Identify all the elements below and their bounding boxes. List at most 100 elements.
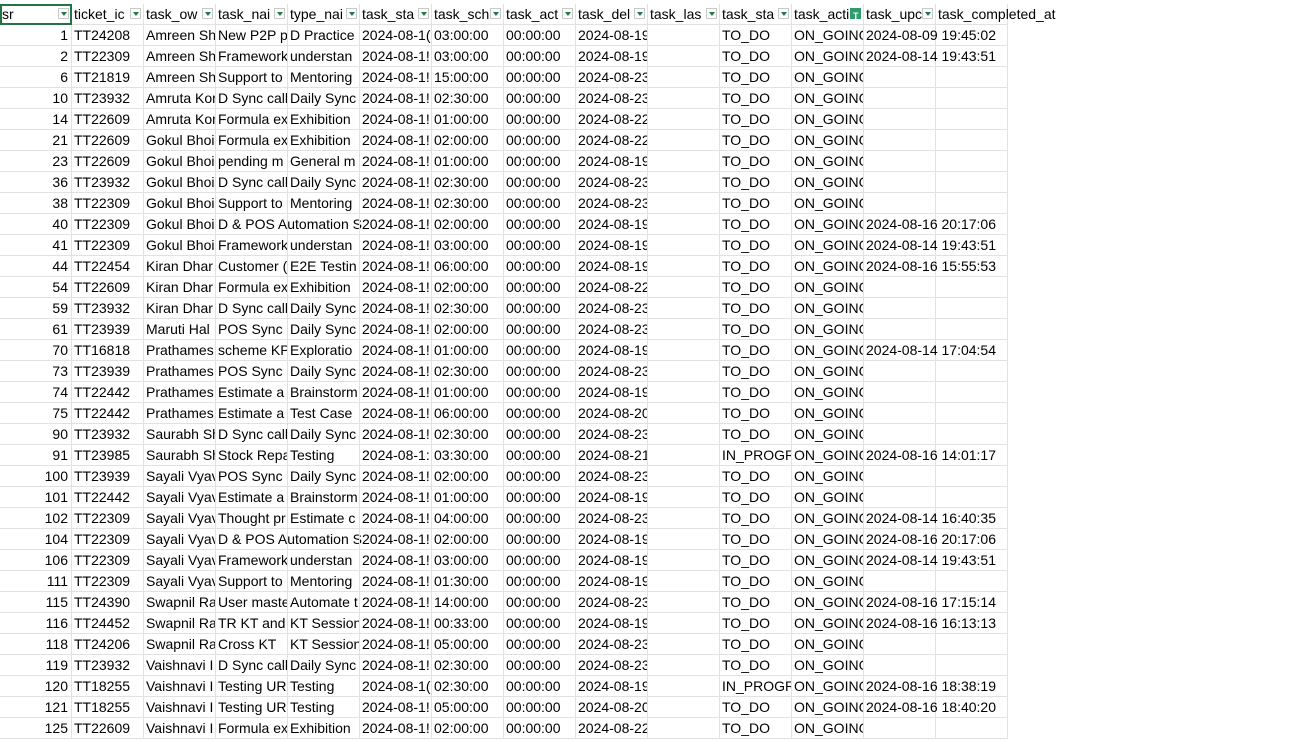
cell-task_name[interactable]: Testing UR — [216, 676, 288, 697]
cell-task_owner[interactable]: Amreen Sh — [144, 67, 216, 88]
cell-task_start[interactable]: 2024-08-1! — [360, 718, 432, 739]
cell-task_activity[interactable]: ON_GOING — [792, 634, 864, 655]
cell-sr[interactable]: 106 — [0, 550, 72, 571]
cell-task_activity[interactable]: ON_GOING — [792, 655, 864, 676]
cell-task_status[interactable]: TO_DO — [720, 214, 792, 235]
cell-task_updated[interactable]: 2024-08-16 16:13:13 — [864, 613, 996, 634]
cell-task_status[interactable]: TO_DO — [720, 25, 792, 46]
filter-dropdown-icon[interactable] — [922, 8, 933, 19]
cell-task_owner[interactable]: Sayali Vyav — [144, 466, 216, 487]
cell-task_sch[interactable]: 03:00:00 — [432, 550, 504, 571]
cell-type_name[interactable]: Automate t — [288, 592, 360, 613]
cell-task_name[interactable]: Framework — [216, 46, 288, 67]
cell-task_owner[interactable]: Amreen Sh — [144, 46, 216, 67]
cell-task_deadline[interactable]: 2024-08-19 — [576, 214, 648, 235]
cell-task_activity[interactable]: ON_GOING — [792, 445, 864, 466]
cell-task_last[interactable] — [648, 109, 720, 130]
cell-task_completed_at[interactable] — [936, 151, 1008, 172]
filter-dropdown-icon[interactable] — [706, 8, 717, 19]
cell-task_start[interactable]: 2024-08-1! — [360, 466, 432, 487]
cell-task_name[interactable]: Support to — [216, 193, 288, 214]
cell-task_completed_at[interactable] — [936, 718, 1008, 739]
cell-task_start[interactable]: 2024-08-1! — [360, 67, 432, 88]
cell-ticket_id[interactable]: TT22609 — [72, 109, 144, 130]
cell-task_completed_at[interactable] — [936, 592, 1008, 613]
cell-sr[interactable]: 10 — [0, 88, 72, 109]
cell-task_updated[interactable] — [864, 319, 936, 340]
cell-task_owner[interactable]: Gokul Bhoi — [144, 130, 216, 151]
cell-task_last[interactable] — [648, 676, 720, 697]
cell-task_activity[interactable]: ON_GOING — [792, 382, 864, 403]
cell-task_updated[interactable] — [864, 151, 936, 172]
cell-task_owner[interactable]: Prathames — [144, 403, 216, 424]
cell-type_name[interactable]: understan — [288, 235, 360, 256]
cell-task_start[interactable]: 2024-08-1! — [360, 277, 432, 298]
cell-task_act[interactable]: 00:00:00 — [504, 25, 576, 46]
cell-type_name[interactable]: understan — [288, 46, 360, 67]
column-header-task_owner[interactable]: task_ow — [144, 4, 216, 25]
cell-task_deadline[interactable]: 2024-08-23 — [576, 508, 648, 529]
cell-task_last[interactable] — [648, 655, 720, 676]
cell-task_last[interactable] — [648, 403, 720, 424]
column-header-task_name[interactable]: task_nai — [216, 4, 288, 25]
cell-task_deadline[interactable]: 2024-08-23 — [576, 361, 648, 382]
cell-task_start[interactable]: 2024-08-1! — [360, 424, 432, 445]
cell-task_updated[interactable]: 2024-08-16 14:01:17 — [864, 445, 996, 466]
cell-task_owner[interactable]: Gokul Bhoi — [144, 172, 216, 193]
cell-task_updated[interactable] — [864, 130, 936, 151]
column-header-task_updated[interactable]: task_upc — [864, 4, 936, 25]
filter-active-icon[interactable] — [850, 6, 861, 24]
cell-task_status[interactable]: TO_DO — [720, 508, 792, 529]
column-header-task_act[interactable]: task_act — [504, 4, 576, 25]
cell-task_act[interactable]: 00:00:00 — [504, 340, 576, 361]
cell-task_completed_at[interactable] — [936, 109, 1008, 130]
cell-task_updated[interactable] — [864, 424, 936, 445]
cell-task_sch[interactable]: 05:00:00 — [432, 697, 504, 718]
cell-task_sch[interactable]: 03:00:00 — [432, 235, 504, 256]
cell-task_status[interactable]: TO_DO — [720, 697, 792, 718]
cell-task_sch[interactable]: 01:30:00 — [432, 571, 504, 592]
cell-task_name[interactable]: D & POS Automation S — [216, 214, 362, 235]
cell-task_last[interactable] — [648, 571, 720, 592]
cell-task_status[interactable]: TO_DO — [720, 130, 792, 151]
cell-task_name[interactable]: Stock Repa — [216, 445, 288, 466]
cell-task_name[interactable]: TR KT and — [216, 613, 288, 634]
cell-type_name[interactable]: Testing — [288, 676, 360, 697]
cell-task_activity[interactable]: ON_GOING — [792, 88, 864, 109]
cell-task_completed_at[interactable] — [936, 319, 1008, 340]
cell-type_name[interactable]: Daily Sync — [288, 361, 360, 382]
cell-task_last[interactable] — [648, 67, 720, 88]
cell-sr[interactable]: 61 — [0, 319, 72, 340]
cell-ticket_id[interactable]: TT24452 — [72, 613, 144, 634]
cell-task_name[interactable]: POS Sync C — [216, 319, 288, 340]
cell-type_name[interactable]: Daily Sync — [288, 466, 360, 487]
cell-task_sch[interactable]: 02:30:00 — [432, 361, 504, 382]
cell-task_sch[interactable]: 01:00:00 — [432, 382, 504, 403]
cell-ticket_id[interactable]: TT22309 — [72, 550, 144, 571]
cell-task_act[interactable]: 00:00:00 — [504, 67, 576, 88]
cell-task_sch[interactable]: 02:30:00 — [432, 172, 504, 193]
cell-task_deadline[interactable]: 2024-08-19 — [576, 25, 648, 46]
cell-task_completed_at[interactable] — [936, 655, 1008, 676]
cell-type_name[interactable]: Brainstorm — [288, 382, 360, 403]
cell-task_status[interactable]: TO_DO — [720, 151, 792, 172]
cell-sr[interactable]: 44 — [0, 256, 72, 277]
cell-task_status[interactable]: TO_DO — [720, 655, 792, 676]
cell-task_deadline[interactable]: 2024-08-19 — [576, 151, 648, 172]
cell-task_completed_at[interactable] — [936, 571, 1008, 592]
cell-task_status[interactable]: TO_DO — [720, 487, 792, 508]
cell-task_last[interactable] — [648, 88, 720, 109]
cell-task_start[interactable]: 2024-08-1( — [360, 25, 432, 46]
cell-task_owner[interactable]: Vaishnavi I — [144, 655, 216, 676]
cell-task_start[interactable]: 2024-08-1! — [360, 529, 432, 550]
cell-task_last[interactable] — [648, 130, 720, 151]
cell-task_owner[interactable]: Vaishnavi I — [144, 718, 216, 739]
cell-task_act[interactable]: 00:00:00 — [504, 361, 576, 382]
cell-task_activity[interactable]: ON_GOING — [792, 67, 864, 88]
cell-task_sch[interactable]: 15:00:00 — [432, 67, 504, 88]
cell-task_sch[interactable]: 02:00:00 — [432, 319, 504, 340]
cell-task_start[interactable]: 2024-08-1! — [360, 340, 432, 361]
cell-task_start[interactable]: 2024-08-1! — [360, 193, 432, 214]
filter-dropdown-icon[interactable] — [346, 8, 357, 19]
cell-sr[interactable]: 23 — [0, 151, 72, 172]
